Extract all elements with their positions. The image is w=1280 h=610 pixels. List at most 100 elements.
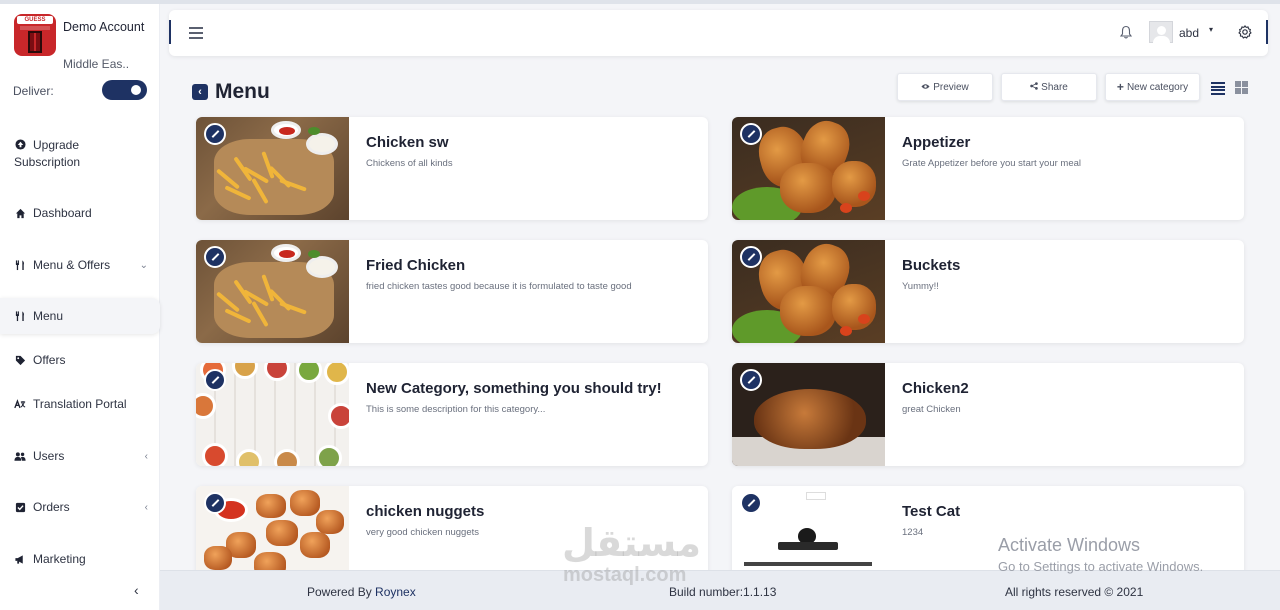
sidebar-item-users[interactable]: Users ‹ <box>0 438 160 474</box>
sidebar-item-marketing[interactable]: Marketing <box>0 541 160 577</box>
copyright: All rights reserved © 2021 <box>1005 585 1144 599</box>
sidebar-item-upgrade-subscription[interactable]: Upgrade Subscription <box>0 135 160 171</box>
sidebar-item-label: Marketing <box>33 552 86 566</box>
hamburger-menu-icon[interactable] <box>189 27 203 39</box>
plus-icon: + <box>1116 80 1124 94</box>
edit-category-button[interactable] <box>204 123 226 145</box>
sidebar-item-label: Orders <box>33 500 70 514</box>
edit-category-button[interactable] <box>204 246 226 268</box>
restaurant-logo: GUESS <box>14 14 56 56</box>
category-title: Chicken2 <box>902 380 969 397</box>
category-description: Grate Appetizer before you start your me… <box>902 158 1082 169</box>
edit-category-button[interactable] <box>740 123 762 145</box>
category-title: Chicken sw <box>366 134 449 151</box>
megaphone-icon <box>14 553 26 565</box>
preview-label: Preview <box>933 81 969 93</box>
sidebar-item-orders[interactable]: Orders ‹ <box>0 489 160 525</box>
collapse-sidebar-button[interactable]: ‹ <box>134 582 139 598</box>
cutlery-icon <box>14 310 26 322</box>
activate-windows-subtitle: Go to Settings to activate Windows. <box>998 559 1204 574</box>
upgrade-label-line1: Upgrade <box>33 137 80 152</box>
deliver-toggle[interactable] <box>102 80 147 100</box>
sidebar-item-label: Menu & Offers <box>33 258 111 272</box>
powered-by-prefix: Powered By <box>307 585 376 599</box>
activate-windows-title: Activate Windows <box>998 535 1141 555</box>
new-category-button[interactable]: + New category <box>1105 73 1200 101</box>
category-description: fried chicken tastes good because it is … <box>366 281 632 292</box>
sidebar-item-label: Dashboard <box>33 206 92 220</box>
page-title: Menu <box>215 80 270 103</box>
powered-by: Powered By Roynex <box>307 585 416 599</box>
category-title: Fried Chicken <box>366 257 466 274</box>
sidebar-item-label: Menu <box>33 309 64 323</box>
category-card[interactable]: Fried Chicken fried chicken tastes good … <box>196 240 708 343</box>
gear-icon[interactable] <box>1238 25 1252 39</box>
users-icon <box>14 450 26 462</box>
category-card[interactable]: New Category, something you should try! … <box>196 363 708 466</box>
upgrade-label-line2: Subscription <box>14 154 81 169</box>
deliver-label: Deliver: <box>13 84 54 98</box>
sidebar-item-menu[interactable]: Menu <box>0 298 160 334</box>
translate-icon <box>14 398 26 410</box>
grid-view-icon[interactable] <box>1235 81 1248 94</box>
category-description: This is some description for this catego… <box>366 404 546 415</box>
sidebar-item-label: Users <box>33 449 65 463</box>
footer: Powered By Roynex Build number:1.1.13 Al… <box>160 570 1280 610</box>
category-title: Buckets <box>902 257 961 274</box>
check-square-icon <box>14 501 26 513</box>
account-switcher[interactable]: GUESS Demo Account Middle Eas.. <box>14 14 154 74</box>
sidebar-item-translation-portal[interactable]: Translation Portal <box>0 386 160 422</box>
category-title: New Category, something you should try! <box>366 380 662 397</box>
edit-category-button[interactable] <box>204 492 226 514</box>
sidebar-item-offers[interactable]: Offers <box>0 342 160 378</box>
sidebar-item-dashboard[interactable]: Dashboard <box>0 195 160 231</box>
preview-button[interactable]: Preview <box>897 73 993 101</box>
home-icon <box>14 207 26 219</box>
sidebar-item-menu-offers[interactable]: Menu & Offers ⌄ <box>0 247 160 283</box>
caret-down-icon[interactable]: ▾ <box>1209 25 1213 34</box>
cutlery-icon <box>14 259 26 271</box>
deliver-row: Deliver: <box>13 80 149 104</box>
category-card[interactable]: Buckets Yummy!! <box>732 240 1244 343</box>
activate-windows-notice: Activate Windows Go to Settings to activ… <box>998 535 1203 574</box>
category-description: 1234 <box>902 527 924 538</box>
eye-icon <box>921 82 930 92</box>
bell-icon[interactable] <box>1119 25 1133 39</box>
arrow-circle-up-icon <box>14 139 26 151</box>
edit-category-button[interactable] <box>740 492 762 514</box>
edit-category-button[interactable] <box>204 369 226 391</box>
category-title: Test Cat <box>902 503 961 520</box>
top-header: abd ▾ <box>169 10 1268 56</box>
category-card[interactable]: Chicken2 great Chicken <box>732 363 1244 466</box>
category-description: Yummy!! <box>902 281 939 292</box>
edit-category-button[interactable] <box>740 369 762 391</box>
chevron-down-icon: ⌄ <box>139 259 148 271</box>
username[interactable]: abd <box>1179 26 1199 40</box>
avatar[interactable] <box>1149 21 1173 43</box>
chevron-left-icon: ‹ <box>144 501 148 513</box>
back-button[interactable]: ‹ <box>192 84 208 100</box>
list-view-icon[interactable] <box>1211 82 1225 95</box>
account-name: Demo Account <box>63 20 145 34</box>
category-description: Chickens of all kinds <box>366 158 453 169</box>
top-strip <box>0 0 1280 4</box>
sidebar: GUESS Demo Account Middle Eas.. Deliver:… <box>0 4 160 610</box>
mostaql-watermark: مستقل mostaql.com <box>562 524 701 586</box>
sidebar-item-label: Offers <box>33 353 66 367</box>
build-number: Build number:1.1.13 <box>669 585 777 599</box>
chevron-left-icon: ‹ <box>144 450 148 462</box>
roynex-link[interactable]: Roynex <box>375 585 416 599</box>
share-button[interactable]: Share <box>1001 73 1097 101</box>
tag-icon <box>14 354 26 366</box>
edit-category-button[interactable] <box>740 246 762 268</box>
category-description: very good chicken nuggets <box>366 527 480 538</box>
sidebar-item-label: Translation Portal <box>33 397 127 411</box>
category-card[interactable]: Appetizer Grate Appetizer before you sta… <box>732 117 1244 220</box>
category-title: chicken nuggets <box>366 503 485 520</box>
share-label: Share <box>1041 81 1068 93</box>
watermark-latin: mostaql.com <box>563 564 687 586</box>
watermark-arabic: مستقل <box>562 523 701 565</box>
category-card[interactable]: Chicken sw Chickens of all kinds <box>196 117 708 220</box>
share-icon <box>1030 82 1038 92</box>
account-region: Middle Eas.. <box>63 57 130 71</box>
